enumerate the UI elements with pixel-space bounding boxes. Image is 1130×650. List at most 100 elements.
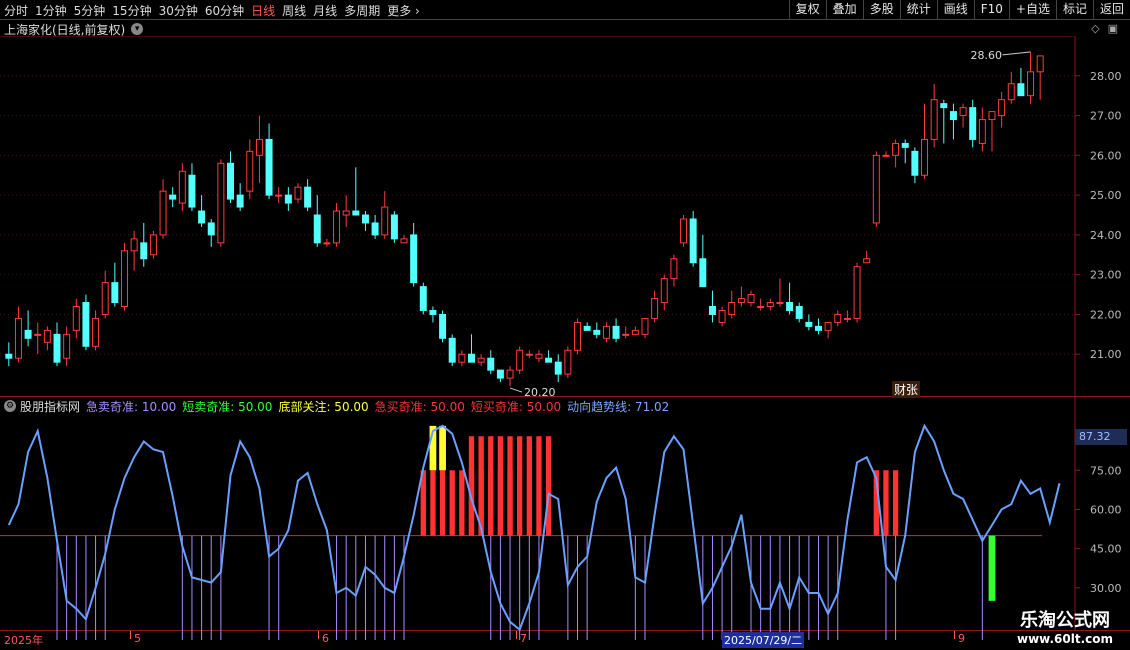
candle-body <box>574 321 582 351</box>
candle-body <box>169 194 177 200</box>
candle-body <box>795 305 803 319</box>
candle-body <box>651 298 659 319</box>
candle-body <box>419 286 427 311</box>
candle-body <box>959 107 967 117</box>
candle-body <box>284 194 292 204</box>
candle-body <box>198 210 206 224</box>
candle-body <box>496 369 504 379</box>
candle-body <box>333 210 341 244</box>
candle-body <box>120 250 128 307</box>
candle-body <box>294 186 302 200</box>
indicator-legend: 急卖奇准: 10.00 短卖奇准: 50.00 底部关注: 50.00 急买奇准: 5… <box>86 398 675 415</box>
candle-body <box>516 349 524 371</box>
candle-body <box>477 357 485 363</box>
date-label: 7 <box>520 632 527 645</box>
candle-body <box>217 162 225 244</box>
gear-icon[interactable]: ⚙ <box>4 400 16 412</box>
candle-body <box>255 138 263 156</box>
candle-body <box>1017 83 1025 97</box>
candle-body <box>525 353 533 356</box>
watermark-title: 乐淘公式网 <box>1020 610 1110 631</box>
event-tag[interactable]: 财张 <box>892 381 921 398</box>
candle-body <box>998 99 1006 117</box>
candle-body <box>159 190 167 236</box>
date-label: 2025年 <box>4 634 43 647</box>
date-label: 9 <box>958 632 965 645</box>
candlesticks <box>5 51 1044 387</box>
main-annotations: 28.6020.20 <box>509 49 1031 399</box>
candle-body <box>612 325 620 339</box>
candle-body <box>843 317 851 320</box>
candle-body <box>188 174 196 208</box>
high-pointer <box>1002 51 1031 56</box>
y-tick-label: 22.00 <box>1090 308 1122 321</box>
date-tick <box>130 631 131 639</box>
candle-body <box>506 369 514 379</box>
candle-body <box>140 242 148 260</box>
y-tick-label: 21.00 <box>1090 348 1122 361</box>
candle-body <box>275 194 283 197</box>
candle-body <box>227 162 235 200</box>
date-tick <box>318 631 319 639</box>
chart-canvas[interactable]: 21.00 22.00 23.00 24.00 25.00 26.00 27.00 28.00… <box>0 0 1130 650</box>
candle-body <box>786 302 794 311</box>
candle-body <box>53 333 61 363</box>
date-label: 2025/07/29/二 <box>722 632 805 648</box>
candle-body <box>14 317 22 359</box>
candle-body <box>545 357 553 363</box>
candle-body <box>622 333 630 336</box>
candle-body <box>5 353 13 359</box>
candle-body <box>101 282 109 315</box>
candle-body <box>429 309 437 315</box>
date-label: 5 <box>134 632 141 645</box>
candle-body <box>313 214 321 244</box>
candle-body <box>670 258 678 280</box>
y-tick-label: 28.00 <box>1090 70 1122 83</box>
candle-body <box>747 294 755 304</box>
date-axis: 2025年 5 6 7 2025/07/29/二 9 <box>0 631 1000 650</box>
indicator-y-tick-label: 75.00 <box>1090 464 1122 477</box>
candle-body <box>207 222 215 236</box>
candle-body <box>805 321 813 327</box>
candle-body <box>631 329 639 335</box>
candle-body <box>930 99 938 140</box>
candle-body <box>776 302 784 305</box>
candle-body <box>699 258 707 288</box>
candle-body <box>641 317 649 335</box>
candle-body <box>554 361 562 375</box>
indicator-header: ⚙ 股朋指标网 急卖奇准: 10.00 短卖奇准: 50.00 底部关注: 50.0… <box>4 398 675 414</box>
candle-body <box>853 266 861 319</box>
candle-body <box>940 103 948 109</box>
candle-body <box>130 238 138 252</box>
candle-body <box>82 302 90 347</box>
candle-body <box>602 325 610 339</box>
candle-body <box>1007 83 1015 101</box>
candle-body <box>766 302 774 307</box>
indicator-legend-item: 短卖奇准: 50.00 <box>182 399 273 414</box>
indicator-bars <box>56 425 996 641</box>
candle-body <box>583 325 591 331</box>
indicator-y-axis: 30.00 45.00 60.00 75.00 <box>1075 464 1122 595</box>
indicator-legend-item: 动向趋势线: 71.02 <box>567 399 670 414</box>
candle-body <box>323 242 331 245</box>
candle-body <box>680 218 688 244</box>
candle-body <box>921 138 929 176</box>
candle-body <box>448 337 456 363</box>
candle-body <box>381 206 389 236</box>
indicator-name[interactable]: 股朋指标网 <box>20 398 80 415</box>
candle-body <box>708 305 716 315</box>
trend-line-path <box>7 423 1061 632</box>
candle-body <box>390 214 398 240</box>
candle-body <box>149 234 157 256</box>
candle-body <box>978 119 986 144</box>
candle-body <box>410 234 418 284</box>
watermark: 乐淘公式网 www.60lt.com <box>1000 600 1130 650</box>
candle-body <box>901 142 909 148</box>
candle-body <box>757 305 765 308</box>
candle-body <box>371 222 379 236</box>
candle-body <box>834 313 842 323</box>
candle-body <box>111 282 119 304</box>
candle-body <box>988 111 996 121</box>
candle-body <box>892 142 900 156</box>
candle-body <box>178 170 186 204</box>
